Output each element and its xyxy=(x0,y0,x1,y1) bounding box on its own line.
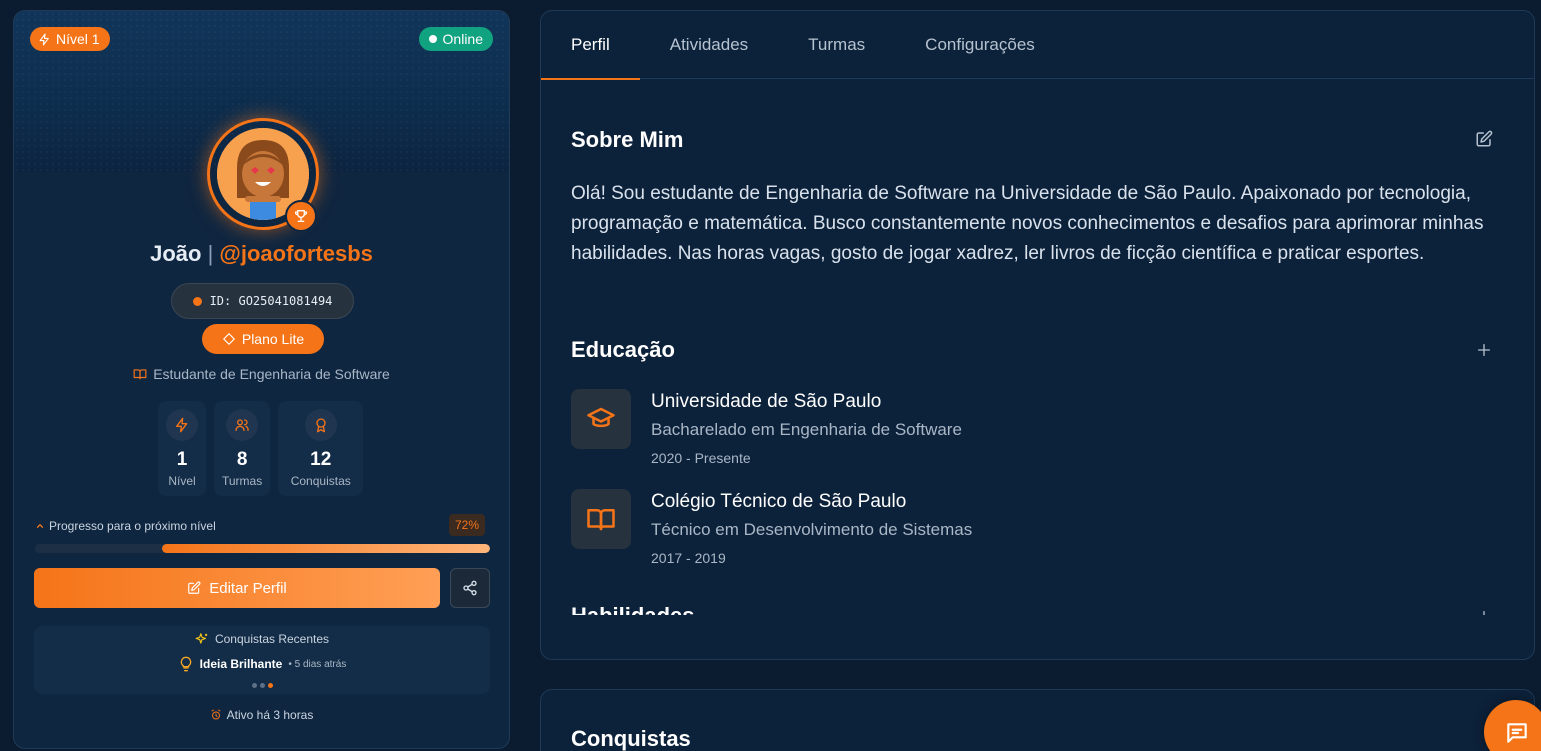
user-id-badge[interactable]: ID: GO25041081494 xyxy=(171,283,354,319)
lightning-icon xyxy=(38,33,51,46)
chat-icon xyxy=(1504,720,1530,746)
progress-fill xyxy=(162,544,490,553)
tab-profile[interactable]: Perfil xyxy=(541,11,640,80)
award-icon xyxy=(304,409,337,441)
progress-percent: 72% xyxy=(449,514,486,536)
skills-title: Habilidades xyxy=(571,603,694,615)
alarm-icon xyxy=(210,709,222,721)
recent-achievements: Conquistas Recentes Ideia Brilhante • 5 … xyxy=(34,626,490,694)
plus-icon xyxy=(1476,342,1492,358)
graduation-cap-icon xyxy=(571,389,631,449)
add-skill-button[interactable] xyxy=(1474,607,1494,615)
lightning-icon xyxy=(166,409,198,441)
carousel-dots[interactable] xyxy=(34,683,490,688)
edit-profile-button[interactable]: Editar Perfil xyxy=(34,568,440,608)
profile-handle[interactable]: @joaofortesbs xyxy=(219,241,372,266)
id-status-dot xyxy=(192,296,202,306)
about-title: Sobre Mim xyxy=(571,127,684,152)
tab-bar: Perfil Atividades Turmas Configurações xyxy=(541,11,1534,80)
avatar[interactable] xyxy=(207,118,319,232)
progress-bar xyxy=(35,544,490,553)
occupation: Estudante de Engenharia de Software xyxy=(14,366,509,382)
progress-label: Progresso para o próximo nível xyxy=(35,519,216,533)
carousel-dot-active[interactable] xyxy=(267,683,273,688)
tab-activities[interactable]: Atividades xyxy=(640,11,778,79)
recent-achievements-title: Conquistas Recentes xyxy=(34,632,490,646)
chevron-up-icon xyxy=(35,521,45,531)
book-open-icon xyxy=(133,367,147,381)
users-icon xyxy=(226,409,259,441)
plus-icon xyxy=(1476,609,1492,615)
achievements-title: Conquistas xyxy=(571,726,691,751)
profile-card: Nível 1 Online João | @joaofortesbs ID: … xyxy=(13,10,510,749)
stat-classes[interactable]: 8 Turmas xyxy=(214,401,271,496)
tab-settings[interactable]: Configurações xyxy=(895,11,1065,79)
education-title: Educação xyxy=(571,337,675,362)
diamond-icon xyxy=(222,332,236,346)
share-icon xyxy=(462,580,478,596)
stat-achievements[interactable]: 12 Conquistas xyxy=(278,401,364,496)
profile-name: João | @joaofortesbs xyxy=(150,241,373,266)
level-badge: Nível 1 xyxy=(30,27,110,51)
plan-badge[interactable]: Plano Lite xyxy=(202,324,324,354)
last-active: Ativo há 3 horas xyxy=(14,708,509,722)
carousel-dot[interactable] xyxy=(259,683,265,688)
skills-section-clipped: Habilidades xyxy=(541,603,1534,615)
education-item[interactable]: Colégio Técnico de São Paulo Técnico em … xyxy=(571,489,1471,569)
about-text: Olá! Sou estudante de Engenharia de Soft… xyxy=(571,183,1484,264)
share-button[interactable] xyxy=(450,568,490,608)
add-education-button[interactable] xyxy=(1474,340,1494,360)
main-panel: Perfil Atividades Turmas Configurações S… xyxy=(540,10,1535,660)
edit-about-button[interactable] xyxy=(1474,129,1494,149)
online-status-badge: Online xyxy=(418,27,493,51)
edit-icon xyxy=(1475,130,1493,148)
trophy-icon xyxy=(285,200,317,232)
education-item[interactable]: Universidade de São Paulo Bacharelado em… xyxy=(571,389,1471,469)
book-icon xyxy=(571,489,631,549)
stat-level[interactable]: 1 Nível xyxy=(158,401,206,496)
achievements-card: Conquistas xyxy=(540,689,1535,751)
edit-icon xyxy=(187,581,201,595)
carousel-dot[interactable] xyxy=(251,683,257,688)
lightbulb-icon xyxy=(178,656,194,672)
recent-achievement-item[interactable]: Ideia Brilhante • 5 dias atrás xyxy=(34,656,490,672)
sparkles-icon xyxy=(195,632,209,646)
stats-row: 1 Nível 8 Turmas 12 Conquistas xyxy=(158,401,364,496)
tab-classes[interactable]: Turmas xyxy=(778,11,895,79)
online-dot xyxy=(428,35,437,43)
